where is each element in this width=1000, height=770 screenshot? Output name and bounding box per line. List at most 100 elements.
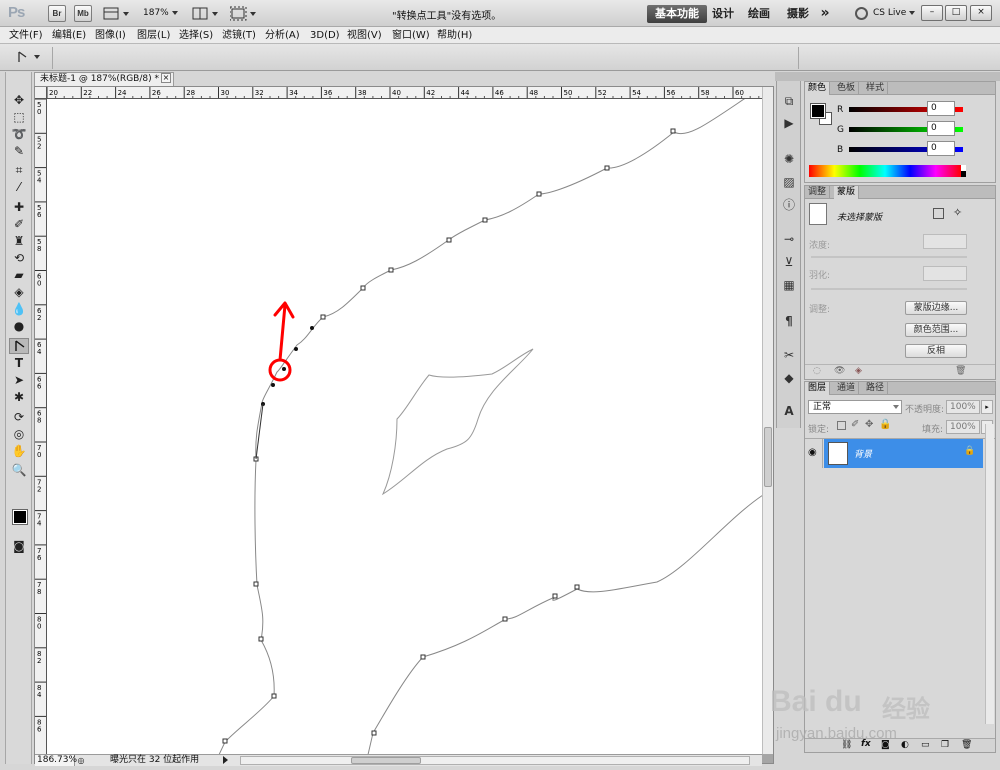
paint-bucket-tool-icon[interactable]: ◈: [9, 284, 29, 300]
clone-stamp-tool-icon[interactable]: ♜: [9, 233, 29, 249]
blue-channel-value[interactable]: 0: [927, 141, 955, 156]
lock-pixels-icon[interactable]: ✐: [851, 419, 859, 430]
character-panel-icon[interactable]: A: [780, 403, 798, 419]
clone-source-panel-icon[interactable]: ⊸: [780, 231, 798, 247]
paragraph-panel-icon[interactable]: ¶: [780, 313, 798, 329]
fill-input[interactable]: 100%: [946, 420, 980, 434]
quick-mask-icon[interactable]: ◙: [9, 538, 29, 554]
3d-panel-icon[interactable]: ◆: [780, 370, 798, 386]
brush-tool-icon[interactable]: ✐: [9, 216, 29, 232]
more-workspaces-button[interactable]: »: [818, 5, 832, 23]
actions-panel-icon[interactable]: ▶: [780, 115, 798, 131]
brushes-panel-icon[interactable]: ✺: [780, 151, 798, 167]
menu-window[interactable]: 窗口(W): [392, 28, 430, 43]
horizontal-scrollbar[interactable]: [240, 756, 750, 765]
lock-transparency-icon[interactable]: [837, 421, 846, 430]
opacity-input[interactable]: 100%: [946, 400, 980, 414]
tab-channels[interactable]: 通道: [834, 382, 860, 395]
density-input[interactable]: [923, 234, 967, 249]
history-brush-tool-icon[interactable]: ⟲: [9, 250, 29, 266]
add-mask-icon[interactable]: ◙: [881, 740, 890, 750]
tool-preset-picker[interactable]: [14, 49, 44, 65]
color-range-button[interactable]: 颜色范围...: [905, 323, 967, 337]
eyedropper-tool-icon[interactable]: ⁄: [9, 179, 29, 195]
blend-mode-select[interactable]: 正常: [808, 400, 902, 414]
menu-filter[interactable]: 滤镜(T): [222, 28, 256, 43]
layers-scrollbar[interactable]: [985, 424, 994, 724]
close-button[interactable]: ×: [970, 5, 992, 21]
tool-presets-panel-icon[interactable]: ⊻: [780, 254, 798, 270]
menu-edit[interactable]: 编辑(E): [52, 28, 86, 43]
3d-rotate-tool-icon[interactable]: ⟳: [9, 409, 29, 425]
workspace-painting[interactable]: 绘画: [748, 5, 770, 23]
canvas[interactable]: [47, 99, 762, 754]
opacity-arrow-icon[interactable]: ▸: [981, 400, 993, 414]
type-tool-icon[interactable]: T: [9, 355, 29, 371]
restore-button[interactable]: □: [945, 5, 967, 21]
tab-layers[interactable]: 图层: [805, 382, 831, 395]
tab-paths[interactable]: 路径: [863, 382, 889, 395]
path-selection-tool-icon[interactable]: ➤: [9, 372, 29, 388]
healing-brush-tool-icon[interactable]: ✚: [9, 199, 29, 215]
status-menu-arrow-icon[interactable]: [223, 756, 228, 764]
document-tab-close-icon[interactable]: ×: [161, 73, 171, 83]
tab-masks[interactable]: 蒙版: [834, 186, 860, 199]
mask-edge-button[interactable]: 蒙版边缘...: [905, 301, 967, 315]
extras-dropdown[interactable]: [103, 6, 133, 22]
screen-mode-dropdown[interactable]: [229, 6, 260, 22]
green-channel-value[interactable]: 0: [927, 121, 955, 136]
workspace-design[interactable]: 设计: [712, 5, 734, 23]
ruler-origin[interactable]: [35, 87, 47, 99]
lasso-tool-icon[interactable]: ➰: [9, 126, 29, 142]
crop-tool-icon[interactable]: ⌗: [9, 162, 29, 178]
history-panel-icon[interactable]: ⧉: [780, 93, 798, 109]
menu-3d[interactable]: 3D(D): [310, 28, 340, 43]
menu-help[interactable]: 帮助(H): [437, 28, 472, 43]
tools-panel-icon[interactable]: ✂: [780, 347, 798, 363]
vertical-scroll-thumb[interactable]: [764, 427, 772, 487]
feather-input[interactable]: [923, 266, 967, 281]
tab-color[interactable]: 颜色: [805, 82, 831, 95]
invert-button[interactable]: 反相: [905, 344, 967, 358]
bridge-button[interactable]: Br: [48, 5, 66, 22]
menu-analysis[interactable]: 分析(A): [265, 28, 300, 43]
fx-icon[interactable]: fx: [861, 739, 871, 749]
minimize-button[interactable]: –: [921, 5, 943, 21]
apply-mask-icon[interactable]: ◈: [855, 366, 862, 376]
mini-bridge-button[interactable]: Mb: [74, 5, 92, 22]
lock-all-icon[interactable]: 🔒: [879, 419, 891, 430]
move-tool-icon[interactable]: ✥: [9, 92, 29, 108]
workspace-photography[interactable]: 摄影: [787, 5, 809, 23]
menu-view[interactable]: 视图(V): [347, 28, 382, 43]
status-zoom[interactable]: 186.73%: [35, 755, 77, 766]
tab-styles[interactable]: 样式: [863, 82, 889, 95]
vector-mask-icon[interactable]: ✧: [953, 206, 962, 219]
red-channel-value[interactable]: 0: [927, 101, 955, 116]
status-info-icon[interactable]: ◎: [76, 755, 86, 766]
marquee-tool-icon[interactable]: ⬚: [9, 109, 29, 125]
cs-live-menu[interactable]: CS Live: [873, 8, 916, 18]
horizontal-scroll-thumb[interactable]: [351, 757, 421, 764]
workspace-essentials[interactable]: 基本功能: [647, 5, 707, 23]
menu-layer[interactable]: 图层(L): [137, 28, 170, 43]
tab-adjustments[interactable]: 调整: [805, 186, 831, 199]
stamp-panel-icon[interactable]: ▦: [780, 277, 798, 293]
info-panel-icon[interactable]: ⓘ: [780, 197, 798, 213]
new-group-icon[interactable]: ▭: [921, 740, 930, 750]
delete-mask-icon[interactable]: 🗑: [955, 366, 966, 376]
convert-point-tool-icon[interactable]: [9, 338, 29, 354]
pixel-mask-icon[interactable]: [933, 208, 944, 219]
menu-image[interactable]: 图像(I): [95, 28, 126, 43]
dodge-tool-icon[interactable]: ●: [9, 318, 29, 334]
feather-slider[interactable]: [811, 288, 967, 290]
color-panel-foreground-swatch[interactable]: [810, 103, 826, 119]
zoom-tool-icon[interactable]: 🔍: [9, 462, 29, 478]
3d-orbit-tool-icon[interactable]: ◎: [9, 426, 29, 442]
custom-shape-tool-icon[interactable]: ✱: [9, 389, 29, 405]
view-mask-icon[interactable]: 👁: [834, 366, 845, 376]
foreground-color-swatch[interactable]: [12, 509, 28, 525]
hand-tool-icon[interactable]: ✋: [9, 443, 29, 459]
image-panel-icon[interactable]: ▨: [780, 174, 798, 190]
menu-file[interactable]: 文件(F): [9, 28, 43, 43]
blur-tool-icon[interactable]: 💧: [9, 301, 29, 317]
